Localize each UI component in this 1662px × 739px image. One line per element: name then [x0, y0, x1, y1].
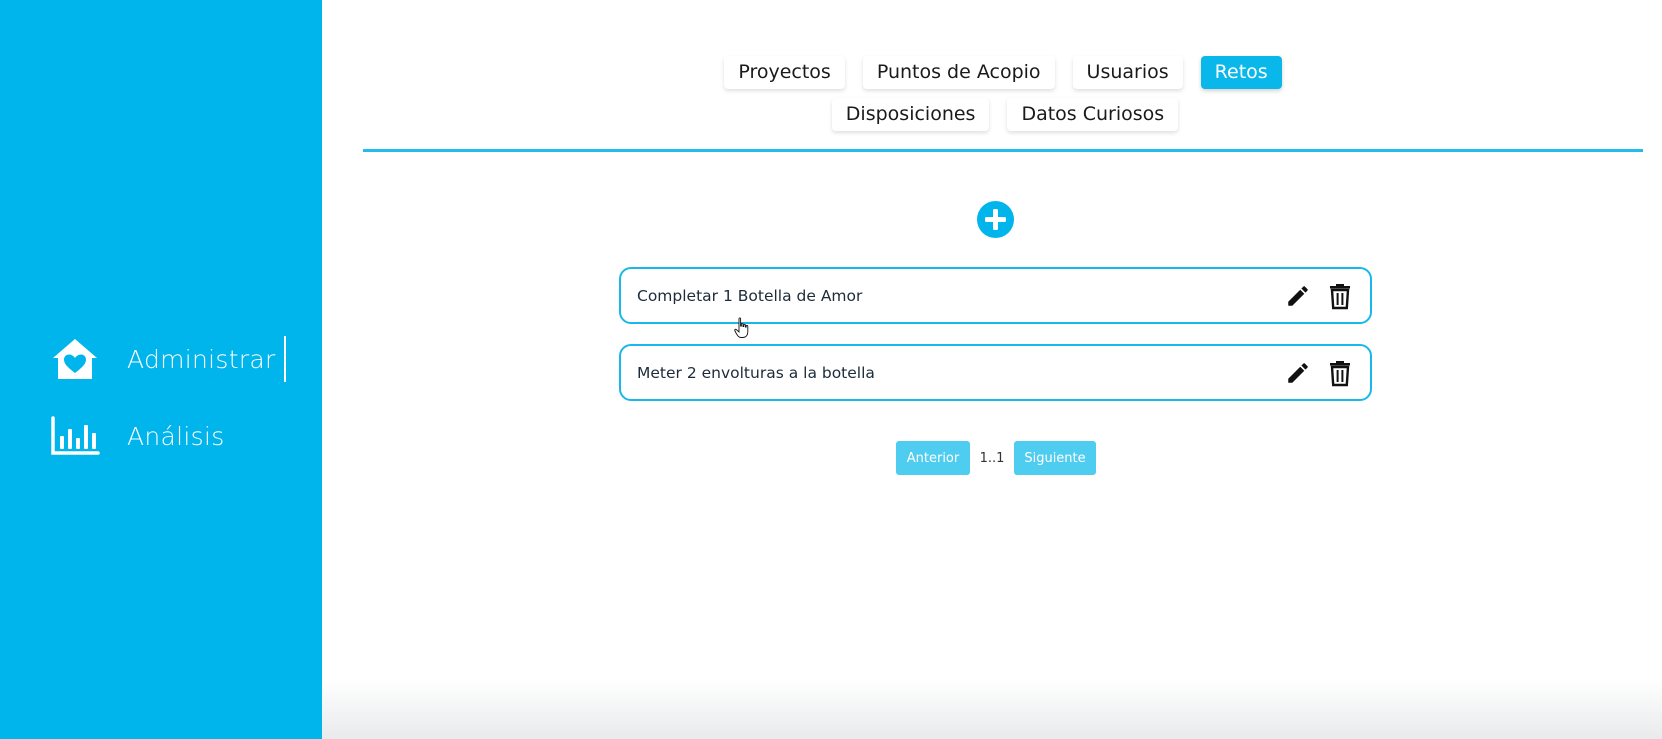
add-challenge-button[interactable]	[977, 201, 1014, 238]
next-page-button[interactable]: Siguiente	[1014, 441, 1096, 475]
hand-cursor-icon	[734, 317, 750, 343]
trash-icon	[1330, 360, 1350, 386]
challenge-text: Completar 1 Botella de Amor	[637, 286, 863, 305]
tab-retos[interactable]: Retos	[1200, 56, 1282, 89]
sidebar: Administrar Análisis	[0, 0, 322, 739]
card-actions	[1284, 359, 1370, 387]
tab-proyectos[interactable]: Proyectos	[724, 56, 845, 89]
challenge-text: Meter 2 envolturas a la botella	[637, 363, 875, 382]
edit-button[interactable]	[1284, 282, 1312, 310]
tab-disposiciones[interactable]: Disposiciones	[831, 98, 990, 131]
tab-row-2: Disposiciones Datos Curiosos	[363, 98, 1643, 131]
card-actions	[1284, 282, 1370, 310]
page-info: 1..1	[979, 450, 1005, 466]
sidebar-item-label: Análisis	[127, 421, 225, 451]
tab-row-1: Proyectos Puntos de Acopio Usuarios Reto…	[363, 56, 1643, 89]
bar-chart-icon	[50, 414, 100, 458]
pencil-icon	[1288, 362, 1308, 383]
active-indicator	[283, 336, 286, 382]
sidebar-item-analisis[interactable]: Análisis	[50, 414, 225, 458]
sidebar-item-administrar[interactable]: Administrar	[50, 336, 286, 382]
bottom-fade	[322, 679, 1662, 739]
home-heart-icon	[50, 337, 100, 381]
trash-icon	[1330, 283, 1350, 309]
pagination: Anterior 1..1 Siguiente	[896, 441, 1096, 475]
tab-puntos-de-acopio[interactable]: Puntos de Acopio	[862, 56, 1055, 89]
previous-page-button[interactable]: Anterior	[896, 441, 970, 475]
challenge-card: Meter 2 envolturas a la botella	[619, 344, 1372, 401]
pencil-icon	[1288, 285, 1308, 306]
plus-circle-icon	[985, 209, 1006, 230]
sidebar-item-label: Administrar	[127, 344, 276, 374]
challenge-card: Completar 1 Botella de Amor	[619, 267, 1372, 324]
edit-button[interactable]	[1284, 359, 1312, 387]
tab-datos-curiosos[interactable]: Datos Curiosos	[1007, 98, 1179, 131]
delete-button[interactable]	[1326, 282, 1354, 310]
section-tabs: Proyectos Puntos de Acopio Usuarios Reto…	[363, 56, 1643, 140]
delete-button[interactable]	[1326, 359, 1354, 387]
tabs-divider	[363, 149, 1643, 152]
tab-usuarios[interactable]: Usuarios	[1072, 56, 1183, 89]
